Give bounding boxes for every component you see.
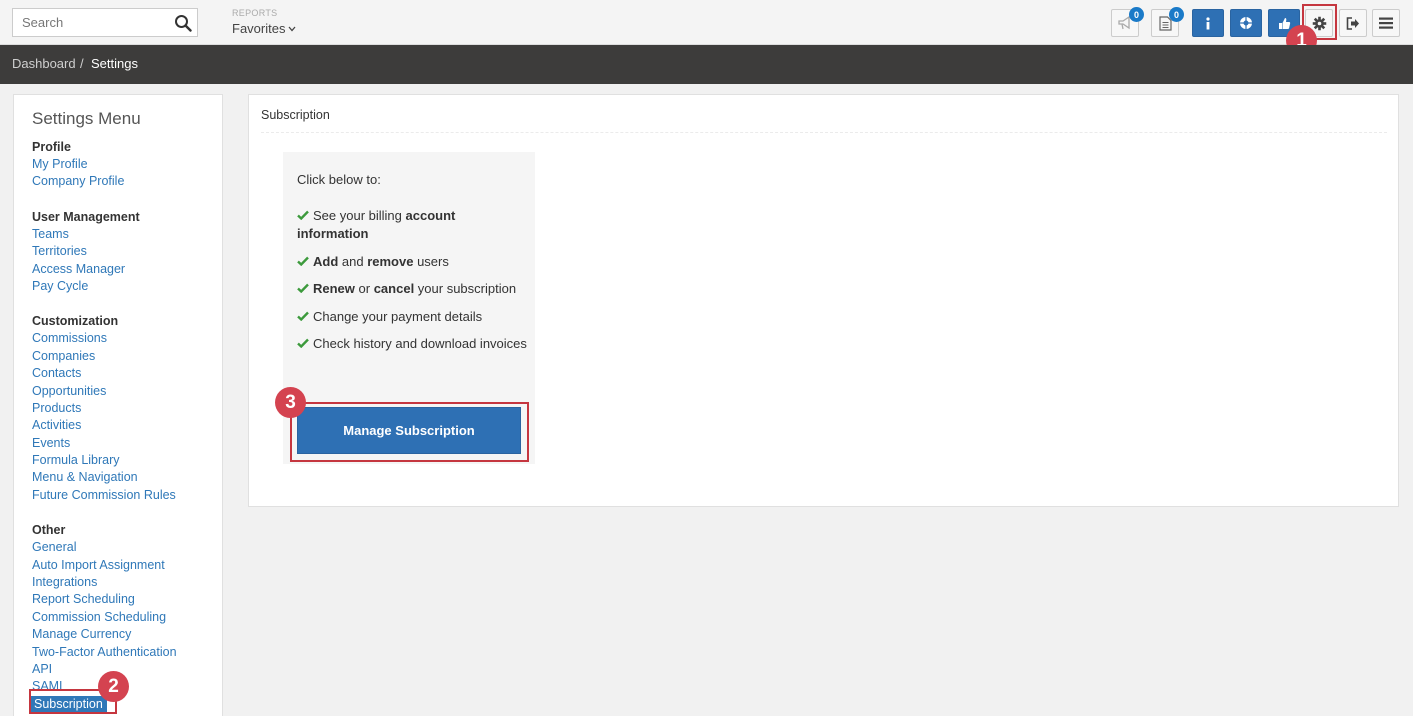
list-item: See your billing account information: [297, 208, 456, 241]
list-item: Renew or cancel your subscription: [297, 280, 529, 298]
subscription-benefits-list: See your billing account information Add…: [297, 207, 529, 363]
settings-menu-title: Settings Menu: [32, 109, 141, 128]
menu-item-pay-cycle[interactable]: Pay Cycle: [32, 278, 177, 295]
step-3-highlight: [290, 402, 529, 462]
menu-item-contacts[interactable]: Contacts: [32, 365, 177, 382]
menu-item-general[interactable]: General: [32, 539, 177, 556]
menu-item-two-factor-authentication[interactable]: Two-Factor Authentication: [32, 644, 177, 661]
menu-item-my-profile[interactable]: My Profile: [32, 156, 177, 173]
sign-out-icon: [1346, 16, 1359, 30]
panel-title: Subscription: [261, 108, 330, 122]
hamburger-menu-icon: [1379, 17, 1393, 29]
step-3-marker: 3: [275, 387, 306, 418]
announcements-badge: 0: [1129, 7, 1144, 22]
menu-item-commissions[interactable]: Commissions: [32, 330, 177, 347]
list-item: Change your payment details: [297, 308, 529, 326]
list-item: Add and remove users: [297, 253, 529, 271]
menu-item-company-profile[interactable]: Company Profile: [32, 173, 177, 190]
subscription-intro: Click below to:: [297, 172, 381, 187]
settings-menu: Profile My Profile Company Profile User …: [30, 139, 177, 714]
menu-item-commission-scheduling[interactable]: Commission Scheduling: [32, 609, 177, 626]
menu-item-territories[interactable]: Territories: [32, 243, 177, 260]
menu-item-manage-currency[interactable]: Manage Currency: [32, 626, 177, 643]
check-icon: [297, 283, 309, 293]
search-icon[interactable]: [174, 14, 192, 32]
documents-badge: 0: [1169, 7, 1184, 22]
documents-button[interactable]: 0: [1151, 7, 1184, 37]
section-heading-profile: Profile: [32, 140, 71, 154]
breadcrumb-dashboard[interactable]: Dashboard: [12, 56, 76, 71]
menu-item-activities[interactable]: Activities: [32, 417, 177, 434]
favorites-label: Favorites: [232, 21, 286, 36]
chevron-down-icon: [288, 26, 296, 31]
settings-sidebar: Settings Menu Profile My Profile Company…: [13, 94, 223, 716]
reports-label: REPORTS: [232, 8, 278, 18]
menu-item-integrations[interactable]: Integrations: [32, 574, 177, 591]
info-icon: [1206, 16, 1210, 29]
search-box: [12, 8, 198, 37]
check-icon: [297, 210, 309, 220]
menu-item-formula-library[interactable]: Formula Library: [32, 452, 177, 469]
search-input[interactable]: [13, 9, 163, 36]
menu-item-products[interactable]: Products: [32, 400, 177, 417]
top-bar: REPORTS Favorites 0 0: [0, 0, 1413, 45]
menu-item-report-scheduling[interactable]: Report Scheduling: [32, 591, 177, 608]
main-menu-button[interactable]: [1372, 9, 1400, 37]
breadcrumb-settings: Settings: [91, 56, 138, 71]
menu-item-future-commission-rules[interactable]: Future Commission Rules: [32, 487, 177, 504]
section-heading-user-management: User Management: [32, 209, 140, 224]
help-button[interactable]: [1230, 9, 1262, 37]
check-icon: [297, 311, 309, 321]
menu-item-events[interactable]: Events: [32, 435, 177, 452]
breadcrumb-separator: /: [80, 56, 84, 71]
list-item: Check history and download invoices: [297, 335, 529, 353]
thumbs-up-icon: [1278, 17, 1290, 29]
menu-item-opportunities[interactable]: Opportunities: [32, 383, 177, 400]
step-2-marker: 2: [98, 671, 129, 702]
breadcrumb: Dashboard / Settings: [0, 45, 1413, 84]
menu-item-companies[interactable]: Companies: [32, 348, 177, 365]
lifebuoy-icon: [1240, 17, 1252, 29]
favorites-dropdown[interactable]: Favorites: [232, 21, 296, 36]
info-button[interactable]: [1192, 9, 1224, 37]
logout-button[interactable]: [1339, 9, 1367, 37]
menu-item-menu-navigation[interactable]: Menu & Navigation: [32, 469, 177, 486]
menu-item-teams[interactable]: Teams: [32, 226, 177, 243]
check-icon: [297, 338, 309, 348]
menu-item-auto-import-assignment[interactable]: Auto Import Assignment: [32, 557, 177, 574]
panel-divider: [261, 132, 1387, 133]
check-icon: [297, 256, 309, 266]
menu-item-access-manager[interactable]: Access Manager: [32, 261, 177, 278]
section-heading-other: Other: [32, 523, 66, 538]
announcements-button[interactable]: 0: [1111, 7, 1144, 37]
section-heading-customization: Customization: [32, 314, 119, 329]
